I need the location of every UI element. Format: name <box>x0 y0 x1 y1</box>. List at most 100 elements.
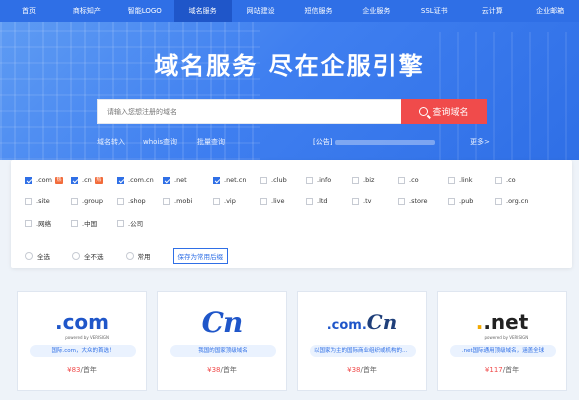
suffix-option[interactable]: .info <box>306 176 331 184</box>
notice-label: [公告] <box>313 138 333 146</box>
product-desc: 我国的国家顶级域名 <box>170 345 276 357</box>
checkbox-icon <box>25 176 32 184</box>
suffix-option[interactable]: .ltd <box>306 197 328 205</box>
suffix-label: .net.cn <box>224 176 247 184</box>
suffix-label: .co <box>409 176 419 184</box>
cn-logo: Cn <box>201 305 244 339</box>
suffix-label: .link <box>459 176 473 184</box>
product-price: ¥38/首年 <box>207 366 237 374</box>
checkbox-icon <box>163 176 170 184</box>
nav-item-5[interactable]: 短信服务 <box>290 0 348 22</box>
net-logo: ..net powered by VERISIGN <box>475 310 529 340</box>
suffix-label: .pub <box>459 197 474 205</box>
checkbox-icon <box>495 176 502 184</box>
batch-query-link[interactable]: 批量查询 <box>197 137 225 147</box>
suffix-label: .com.cn <box>128 176 154 184</box>
suffix-label: .biz <box>363 176 375 184</box>
nav-item-4[interactable]: 网站建设 <box>232 0 290 22</box>
checkbox-icon <box>398 176 405 184</box>
checkbox-icon <box>352 176 359 184</box>
suffix-option[interactable]: .网络 <box>25 218 51 228</box>
domain-search-input[interactable] <box>98 100 402 123</box>
suffix-option[interactable]: .biz <box>352 176 374 184</box>
suffix-option[interactable]: .co <box>495 176 516 184</box>
suffix-option[interactable]: .pub <box>448 197 473 205</box>
product-card-net[interactable]: ..net powered by VERISIGN .net国际通用顶级域名，涵盖… <box>437 291 567 391</box>
suffix-option[interactable]: .co <box>398 176 419 184</box>
suffix-option[interactable]: .cn 热 <box>71 176 103 184</box>
suffix-panel: .com 热 .cn 热 .com.cn .net .net.cn .club .info .bi… <box>11 160 572 268</box>
checkbox-icon <box>25 219 32 227</box>
product-price: ¥38/首年 <box>347 366 377 374</box>
suffix-option[interactable]: .store <box>398 197 428 205</box>
suffix-label: .com <box>36 176 52 184</box>
nav-item-7[interactable]: SSL证书 <box>405 0 463 22</box>
suffix-option[interactable]: .link <box>448 176 473 184</box>
suffix-label: .网络 <box>36 220 52 228</box>
product-desc: 国际.com，大众的首选！ <box>30 345 136 357</box>
suffix-option[interactable]: .中国 <box>71 218 97 228</box>
notice-text-placeholder <box>335 140 435 145</box>
search-domain-button[interactable]: 查询域名 <box>401 99 487 124</box>
checkbox-icon <box>117 219 124 227</box>
product-card-com[interactable]: .com powered by VERISIGN 国际.com，大众的首选！ ¥8… <box>17 291 147 391</box>
suffix-label: .club <box>271 176 287 184</box>
checkbox-icon <box>306 176 313 184</box>
suffix-option[interactable]: .club <box>260 176 287 184</box>
nav-item-2[interactable]: 智能LOGO <box>116 0 174 22</box>
com-logo: .com powered by VERISIGN <box>54 310 110 340</box>
suffix-option[interactable]: .tv <box>352 197 371 205</box>
nav-item-8[interactable]: 云计算 <box>463 0 521 22</box>
nav-item-6[interactable]: 企业服务 <box>347 0 405 22</box>
checkbox-icon <box>71 176 78 184</box>
more-link[interactable]: 更多> <box>470 137 490 147</box>
nav-item-0[interactable]: 首页 <box>0 0 58 22</box>
common-label: 常用 <box>137 253 151 261</box>
product-card-cn[interactable]: Cn 我国的国家顶级域名 ¥38/首年 <box>157 291 287 391</box>
select-none-radio[interactable]: 全不选 <box>72 251 104 261</box>
hero-banner: 域名服务 尽在企服引擎 查询域名 域名转入 whois查询 批量查询 [公告] … <box>0 22 579 160</box>
checkbox-icon <box>260 176 267 184</box>
checkbox-icon <box>71 197 78 205</box>
suffix-option[interactable]: .live <box>260 197 285 205</box>
product-price: ¥83/首年 <box>67 366 97 374</box>
nav-item-1[interactable]: 商标知产 <box>58 0 116 22</box>
radio-dot-icon <box>25 252 33 260</box>
select-all-label: 全选 <box>37 253 50 261</box>
suffix-option[interactable]: .site <box>25 197 50 205</box>
suffix-option[interactable]: .mobi <box>163 197 192 205</box>
suffix-option[interactable]: .net.cn <box>213 176 247 184</box>
suffix-option[interactable]: .com.cn <box>117 176 154 184</box>
suffix-option[interactable]: .shop <box>117 197 146 205</box>
nav-item-3[interactable]: 域名服务 <box>173 0 232 22</box>
suffix-option[interactable]: .net <box>163 176 187 184</box>
checkbox-icon <box>398 197 405 205</box>
select-all-radio[interactable]: 全选 <box>25 251 50 261</box>
checkbox-icon <box>448 176 455 184</box>
suffix-option[interactable]: .group <box>71 197 103 205</box>
checkbox-icon <box>71 219 78 227</box>
suffix-label: .store <box>409 197 428 205</box>
search-domain-button-label: 查询域名 <box>432 108 469 118</box>
checkbox-icon <box>213 197 220 205</box>
nav-item-9[interactable]: 企业邮箱 <box>521 0 579 22</box>
checkbox-icon <box>213 176 220 184</box>
suffix-option[interactable]: .公司 <box>117 218 143 228</box>
save-common-suffix-button[interactable]: 保存为常用后缀 <box>172 248 228 264</box>
suffix-option[interactable]: .org.cn <box>495 197 529 205</box>
domain-transfer-link[interactable]: 域名转入 <box>97 137 125 147</box>
hero-sub-links: 域名转入 whois查询 批量查询 [公告] 更多> <box>0 137 579 151</box>
radio-dot-icon <box>125 252 134 260</box>
suffix-option[interactable]: .com 热 <box>25 176 63 184</box>
checkbox-icon <box>495 197 502 205</box>
suffix-label: .中国 <box>82 220 98 228</box>
suffix-label: .org.cn <box>506 197 529 205</box>
suffix-label: .info <box>317 176 332 184</box>
whois-link[interactable]: whois查询 <box>143 137 177 147</box>
checkbox-icon <box>306 197 313 205</box>
product-card-com-cn[interactable]: .com.Cn 以国家为主的国际商业组织或机构的域名 ¥38/首年 <box>297 291 427 391</box>
suffix-label: .vip <box>224 197 236 205</box>
suffix-option[interactable]: .vip <box>213 197 236 205</box>
hot-badge: 热 <box>94 176 103 184</box>
common-radio[interactable]: 常用 <box>125 251 151 261</box>
